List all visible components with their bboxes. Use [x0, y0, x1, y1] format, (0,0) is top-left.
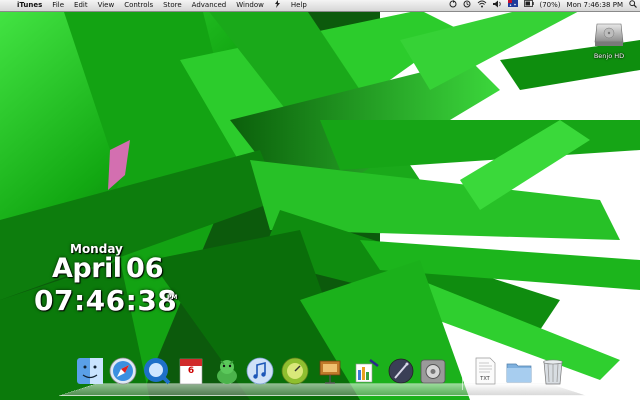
trash-icon — [543, 359, 563, 385]
input-flag-icon[interactable] — [505, 0, 521, 11]
dock-keynote[interactable] — [315, 356, 345, 386]
script-editor-icon — [388, 358, 414, 384]
adium-icon — [217, 360, 237, 384]
dock-separator — [462, 362, 463, 390]
time-machine-icon[interactable] — [460, 0, 474, 12]
volume-icon[interactable] — [490, 0, 505, 12]
clock-day: 06 — [126, 253, 164, 284]
quicktime-icon — [144, 358, 171, 385]
menu-store[interactable]: Store — [158, 0, 187, 11]
menu-edit[interactable]: Edit — [69, 0, 93, 11]
itunes-icon — [246, 357, 274, 385]
system-preferences-icon — [420, 359, 446, 384]
dock-trash[interactable] — [538, 356, 568, 386]
dock-safari[interactable] — [108, 356, 138, 386]
clock-month: April — [52, 253, 122, 284]
dock-finder[interactable] — [75, 356, 105, 386]
finder-icon — [77, 358, 103, 384]
dock-itunes[interactable] — [245, 356, 275, 386]
menu-view[interactable]: View — [93, 0, 120, 11]
clock-time: 07:46:38 — [34, 284, 178, 317]
dock-ilife[interactable] — [352, 356, 382, 386]
clock-ampm: PM — [167, 294, 178, 301]
menu-app-name[interactable]: iTunes — [12, 0, 47, 11]
text-document-label: TXT — [480, 376, 490, 382]
battery-icon[interactable] — [521, 0, 537, 11]
dock-adium[interactable] — [212, 356, 242, 386]
menu-extras: (70%) Mon 7:46:38 PM — [446, 0, 640, 12]
keynote-icon — [319, 360, 341, 384]
desktop-wallpaper — [0, 0, 640, 400]
documents-folder-icon — [506, 363, 532, 383]
dock-documents-folder[interactable] — [504, 356, 534, 386]
menu-bar: iTunes File Edit View Controls Store Adv… — [0, 0, 640, 12]
dock-quicktime[interactable] — [142, 356, 172, 386]
menu-window[interactable]: Window — [231, 0, 269, 11]
hard-drive-label: Benjo HD — [593, 52, 625, 60]
spotlight-icon[interactable] — [626, 0, 640, 12]
hard-drive-icon — [594, 23, 624, 46]
menu-controls[interactable]: Controls — [119, 0, 158, 11]
sync-icon[interactable] — [446, 0, 460, 12]
dock-ical[interactable]: 6 — [176, 356, 206, 386]
desktop-hard-drive[interactable]: Benjo HD — [584, 20, 634, 60]
menubar-clock[interactable]: Mon 7:46:38 PM — [564, 0, 626, 11]
dock-text-document[interactable]: TXT — [470, 356, 500, 386]
dashboard-icon — [281, 357, 309, 385]
dock-dashboard[interactable] — [280, 356, 310, 386]
dock-system-preferences[interactable] — [418, 356, 448, 386]
ilife-icon — [355, 359, 379, 383]
wifi-icon[interactable] — [474, 0, 490, 12]
script-menu-icon[interactable] — [269, 0, 286, 12]
dock-script-editor[interactable] — [386, 356, 416, 386]
safari-icon — [109, 357, 137, 385]
menu-advanced[interactable]: Advanced — [187, 0, 232, 11]
menu-help[interactable]: Help — [286, 0, 312, 11]
dock: 6 TXT — [0, 356, 640, 396]
battery-percent: (70%) — [539, 1, 561, 9]
ical-day: 6 — [187, 366, 195, 376]
menu-file[interactable]: File — [47, 0, 69, 11]
